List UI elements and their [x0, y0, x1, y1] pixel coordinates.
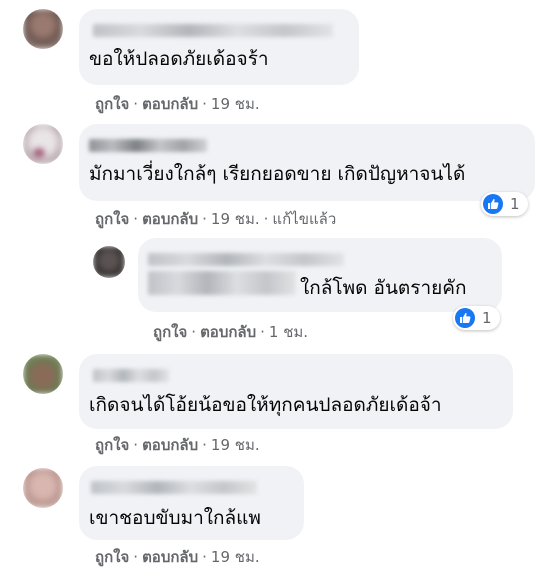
author-name[interactable] [148, 253, 344, 266]
author-name[interactable] [93, 369, 169, 382]
like-button[interactable]: ถูกใจ [95, 210, 129, 228]
edited-label[interactable]: แก้ไขแล้ว [272, 210, 336, 228]
timestamp[interactable]: 19 ชม. [211, 436, 260, 454]
author-name[interactable] [91, 481, 257, 494]
reaction-count[interactable]: 1 [481, 192, 528, 216]
timestamp[interactable]: 19 ชม. [211, 95, 260, 113]
comment-actions: ถูกใจ · ตอบกลับ · 19 ชม. [95, 548, 260, 566]
comment-actions: ถูกใจ · ตอบกลับ · 1 ชม. [153, 323, 309, 341]
comment-actions: ถูกใจ · ตอบกลับ · 19 ชม. [95, 436, 260, 454]
reply-button[interactable]: ตอบกลับ [142, 436, 198, 454]
avatar[interactable] [23, 468, 63, 508]
reply-button[interactable]: ตอบกลับ [142, 210, 198, 228]
like-icon [483, 194, 503, 214]
avatar[interactable] [23, 354, 63, 394]
timestamp[interactable]: 19 ชม. [211, 548, 260, 566]
timestamp[interactable]: 19 ชม. [211, 210, 260, 228]
avatar[interactable] [23, 9, 63, 49]
like-button[interactable]: ถูกใจ [153, 323, 187, 341]
like-button[interactable]: ถูกใจ [95, 95, 129, 113]
comment-bubble: เกิดจนได้โอ้ยน้อขอให้ทุกคนปลอดภัยเด้อจ้า [79, 354, 513, 429]
reply-button[interactable]: ตอบกลับ [200, 323, 256, 341]
comment-actions: ถูกใจ · ตอบกลับ · 19 ชม. · แก้ไขแล้ว [95, 210, 337, 228]
timestamp[interactable]: 1 ชม. [269, 323, 308, 341]
comment-text: มักมาเวี่ยงใกล้ๆ เรียกยอดขาย เกิดปัญหาจน… [89, 163, 466, 185]
like-button[interactable]: ถูกใจ [95, 548, 129, 566]
comment-actions: ถูกใจ · ตอบกลับ · 19 ชม. [95, 95, 260, 113]
comment-bubble: ขอให้ปลอดภัยเด้อจร้า [79, 9, 359, 85]
reply-button[interactable]: ตอบกลับ [142, 548, 198, 566]
avatar[interactable] [93, 246, 125, 278]
comment-text: เขาชอบขับมาใกล้แพ [89, 507, 261, 529]
reply-button[interactable]: ตอบกลับ [142, 95, 198, 113]
comment-bubble: เขาชอบขับมาใกล้แพ [79, 466, 304, 540]
like-button[interactable]: ถูกใจ [95, 436, 129, 454]
avatar[interactable] [23, 124, 63, 164]
author-name[interactable] [93, 24, 333, 37]
author-name[interactable] [89, 139, 207, 152]
comment-text: เกิดจนได้โอ้ยน้อขอให้ทุกคนปลอดภัยเด้อจ้า [89, 394, 442, 416]
comment-bubble: มักมาเวี่ยงใกล้ๆ เรียกยอดขาย เกิดปัญหาจน… [79, 124, 535, 201]
comment-text: ขอให้ปลอดภัยเด้อจร้า [89, 48, 269, 70]
comment-text: ใกล้โพด อันตรายคัก [300, 277, 467, 299]
like-icon [455, 308, 475, 328]
comment-bubble: ใกล้โพด อันตรายคัก [138, 238, 502, 312]
reaction-count[interactable]: 1 [453, 306, 500, 330]
